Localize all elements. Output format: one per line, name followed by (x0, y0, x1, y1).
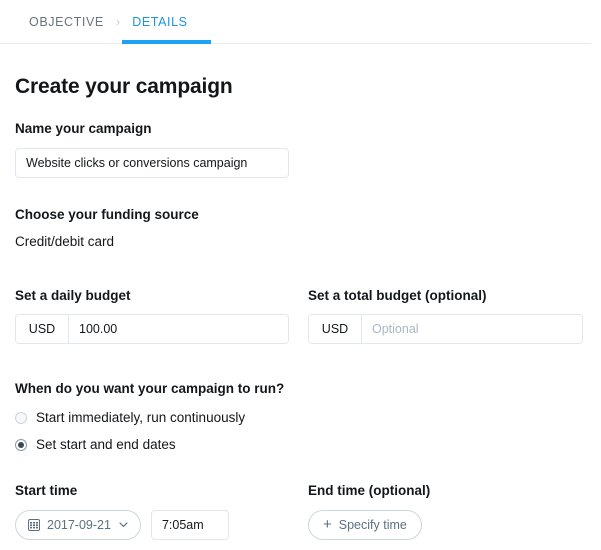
start-date-value: 2017-09-21 (47, 517, 111, 532)
start-date-picker-button[interactable]: 2017-09-21 (15, 509, 141, 540)
radio-icon-set-dates[interactable] (15, 439, 27, 452)
campaign-name-label: Name your campaign (15, 121, 152, 137)
chevron-down-icon (119, 520, 128, 529)
specify-end-time-button[interactable]: + Specify time (308, 509, 422, 540)
step-chevron-icon: › (115, 14, 121, 29)
daily-budget-field: Set a daily budget USD (15, 287, 308, 345)
time-row: Start time 2017-09-21 7:05am End time (o… (15, 482, 586, 540)
start-time-input[interactable] (150, 509, 229, 540)
start-time-controls: 2017-09-21 (15, 509, 308, 540)
schedule-label: When do you want your campaign to run? (15, 381, 285, 397)
total-budget-field: Set a total budget (optional) USD (308, 287, 586, 345)
end-time-field: End time (optional) + Specify time (308, 482, 586, 540)
total-budget-label: Set a total budget (optional) (308, 287, 487, 303)
daily-budget-input-group[interactable]: USD (15, 314, 289, 345)
tab-objective[interactable]: OBJECTIVE (29, 0, 104, 44)
tab-details[interactable]: DETAILS (132, 0, 187, 44)
schedule-option-label: Start immediately, run continuously (36, 409, 246, 425)
daily-budget-label: Set a daily budget (15, 287, 131, 303)
schedule-field: When do you want your campaign to run? S… (15, 380, 586, 454)
radio-icon-start-immediately[interactable] (15, 411, 27, 424)
total-budget-currency: USD (309, 315, 362, 344)
page-title: Create your campaign (15, 75, 233, 98)
funding-source-value: Credit/debit card (15, 234, 115, 250)
funding-source-field: Choose your funding source Credit/debit … (15, 206, 586, 251)
active-tab-indicator (122, 40, 211, 44)
daily-budget-input[interactable] (69, 315, 288, 344)
total-budget-input-group[interactable]: USD (308, 314, 583, 345)
schedule-option-start-immediately[interactable]: Start immediately, run continuously (15, 409, 586, 427)
end-time-label: End time (optional) (308, 483, 431, 499)
specify-end-time-label: Specify time (338, 517, 407, 532)
total-budget-input[interactable] (362, 315, 582, 344)
daily-budget-currency: USD (16, 315, 69, 344)
campaign-details-form: Create your campaign Name your campaign … (0, 74, 601, 540)
funding-source-label: Choose your funding source (15, 206, 199, 222)
budget-row: Set a daily budget USD Set a total budge… (15, 287, 586, 345)
step-tab-bar: OBJECTIVE › DETAILS (0, 0, 596, 44)
campaign-name-input[interactable] (15, 147, 289, 178)
schedule-option-set-dates[interactable]: Set start and end dates (15, 436, 586, 454)
calendar-icon (28, 518, 40, 531)
campaign-name-field: Name your campaign (15, 120, 586, 178)
end-time-controls: + Specify time (308, 509, 586, 540)
schedule-option-label: Set start and end dates (36, 437, 176, 453)
plus-icon: + (323, 515, 332, 533)
start-time-label: Start time (15, 483, 78, 499)
start-time-field: Start time 2017-09-21 7:05am (15, 482, 308, 540)
